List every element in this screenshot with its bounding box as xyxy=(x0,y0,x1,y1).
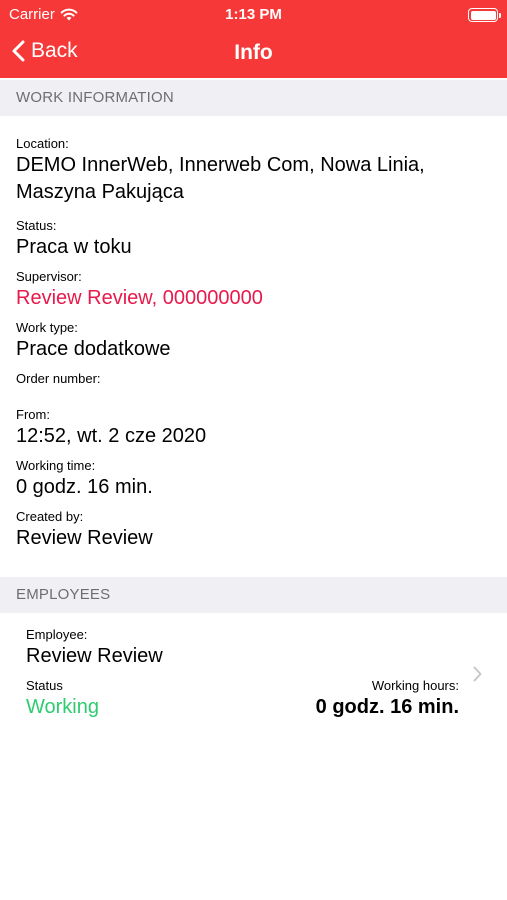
employee-label: Employee: xyxy=(26,627,88,642)
status-value: Praca w toku xyxy=(16,236,132,258)
working-hours-value: 0 godz. 16 min. xyxy=(315,696,459,718)
working-time-value: 0 godz. 16 min. xyxy=(16,476,153,498)
created-by-value: Review Review xyxy=(16,527,153,549)
location-label: Location: xyxy=(16,136,69,151)
employees-header: EMPLOYEES xyxy=(0,577,507,613)
employee-status-label: Status xyxy=(26,678,63,693)
location-value-line2: Maszyna Pakująca xyxy=(16,181,184,203)
created-by-label: Created by: xyxy=(16,509,84,524)
supervisor-label: Supervisor: xyxy=(16,269,82,284)
employee-status-value: Working xyxy=(26,696,99,718)
working-time-label: Working time: xyxy=(16,458,96,473)
from-label: From: xyxy=(16,407,50,422)
clock: 1:13 PM xyxy=(225,6,282,23)
navigation-bar: Back Info xyxy=(0,30,507,78)
work-type-label: Work type: xyxy=(16,320,78,335)
battery-icon xyxy=(468,8,501,22)
work-type-value: Prace dodatkowe xyxy=(16,338,171,360)
employee-row[interactable]: Employee: Review Review Status Working W… xyxy=(0,614,507,726)
order-number-label: Order number: xyxy=(16,371,101,386)
page-title: Info xyxy=(234,41,273,64)
work-information-header: WORK INFORMATION xyxy=(0,80,507,116)
status-label: Status: xyxy=(16,218,57,233)
status-bar: Carrier 1:13 PM xyxy=(0,0,507,30)
supervisor-link[interactable]: Review Review, 000000000 xyxy=(16,285,263,312)
employee-name: Review Review xyxy=(26,645,163,667)
chevron-right-icon xyxy=(473,666,482,682)
location-value-line1: DEMO InnerWeb, Innerweb Com, Nowa Linia, xyxy=(16,154,425,176)
from-value: 12:52, wt. 2 cze 2020 xyxy=(16,425,207,447)
working-hours-label: Working hours: xyxy=(371,678,459,693)
